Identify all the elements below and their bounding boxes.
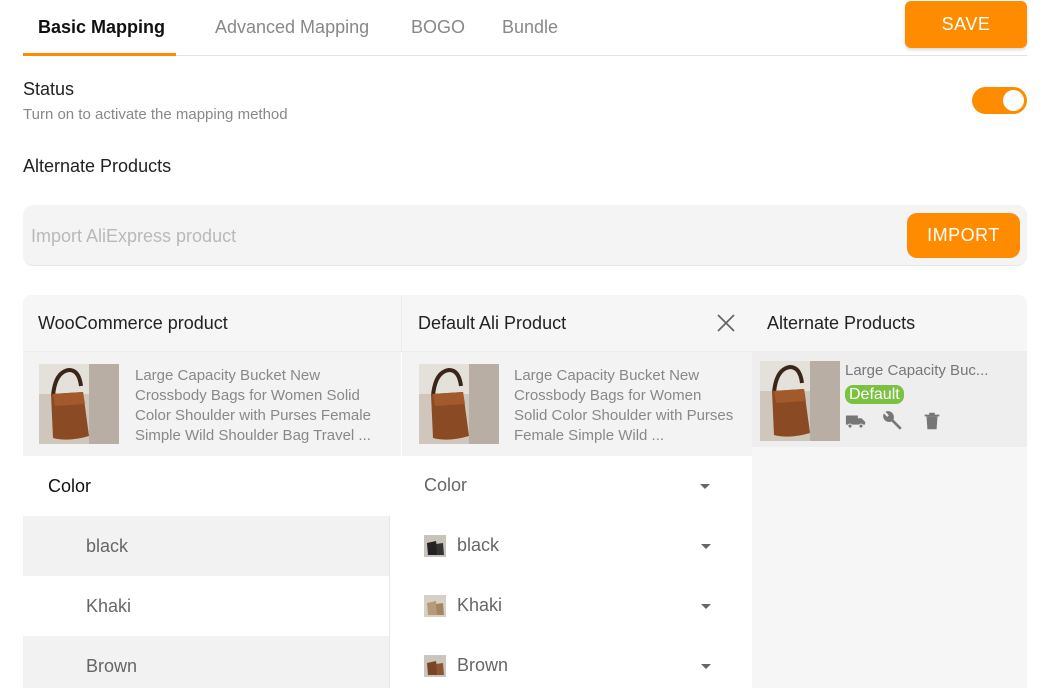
mapping-tabs: Basic Mapping Advanced Mapping BOGO Bund… (23, 0, 1027, 56)
default-ali-product-title: Large Capacity Bucket New Crossbody Bags… (514, 367, 734, 444)
attribute-row-color: Color Color (23, 456, 752, 516)
variant-thumbnail (424, 655, 446, 677)
status-description: Turn on to activate the mapping method (23, 106, 288, 123)
mapping-table: WooCommerce product Default Ali Product … (23, 295, 1027, 688)
variant-thumbnail (424, 595, 446, 617)
product-image (760, 361, 840, 441)
woocommerce-product-cell: Large Capacity Bucket New Crossbody Bags… (23, 352, 401, 456)
ali-value-label: black (457, 535, 500, 555)
woocommerce-attribute-value: Khaki (23, 576, 389, 636)
alternate-product-name: Large Capacity Buc... (845, 362, 989, 379)
truck-icon[interactable] (845, 410, 867, 432)
status-toggle[interactable] (972, 87, 1027, 114)
ali-value-label: Khaki (457, 595, 503, 615)
caret-down-icon (700, 484, 710, 489)
close-icon[interactable] (716, 313, 736, 333)
attribute-name: Color (23, 456, 389, 516)
column-header-woocommerce: WooCommerce product (23, 295, 401, 352)
tab-advanced-mapping[interactable]: Advanced Mapping (215, 0, 369, 55)
woocommerce-attribute-value: black (23, 516, 389, 576)
attribute-value-row: Brown Brown (23, 636, 752, 688)
caret-down-icon (701, 604, 711, 609)
import-bar: IMPORT (23, 205, 1027, 267)
save-button[interactable]: SAVE (905, 1, 1027, 48)
variant-thumbnail (424, 535, 446, 557)
ali-value-label: Brown (457, 655, 509, 675)
column-header-default-ali: Default Ali Product (401, 295, 752, 352)
alternate-products-column: Large Capacity Buc... Default (752, 352, 1027, 688)
attribute-value-row: Khaki Khaki (23, 576, 752, 636)
alternate-product-item[interactable]: Large Capacity Buc... Default (752, 352, 1027, 447)
tab-bundle[interactable]: Bundle (502, 0, 558, 55)
product-image (419, 364, 499, 444)
wrench-icon[interactable] (882, 410, 904, 432)
column-header-default-ali-label: Default Ali Product (418, 313, 567, 333)
product-image (39, 364, 119, 444)
toggle-knob (1003, 90, 1024, 111)
import-product-input[interactable] (23, 205, 903, 267)
attribute-select[interactable]: Color (389, 456, 729, 516)
ali-value-select[interactable]: black (390, 516, 730, 576)
attribute-select-cell: Color (389, 456, 752, 516)
alternate-products-title: Alternate Products (23, 156, 172, 176)
woocommerce-attribute-value: Brown (23, 636, 389, 688)
default-ali-product-cell: Large Capacity Bucket New Crossbody Bags… (402, 352, 752, 456)
ali-value-select[interactable]: Khaki (390, 576, 730, 636)
ali-value-select[interactable]: Brown (390, 636, 730, 688)
ali-value-select-cell: black (389, 516, 752, 576)
status-title: Status (23, 79, 75, 99)
ali-value-select-cell: Brown (389, 636, 752, 688)
tab-basic-mapping[interactable]: Basic Mapping (23, 0, 176, 56)
ali-value-select-cell: Khaki (389, 576, 752, 636)
import-button[interactable]: IMPORT (907, 213, 1020, 258)
column-header-alternate: Alternate Products (752, 295, 1027, 352)
attribute-select-value: Color (424, 475, 468, 495)
trash-icon[interactable] (921, 410, 943, 432)
caret-down-icon (701, 664, 711, 669)
tab-bogo[interactable]: BOGO (411, 0, 465, 55)
caret-down-icon (701, 544, 711, 549)
attribute-value-row: black black (23, 516, 752, 576)
woocommerce-product-title: Large Capacity Bucket New Crossbody Bags… (135, 367, 371, 444)
default-badge: Default (845, 385, 904, 404)
mapping-page: Basic Mapping Advanced Mapping BOGO Bund… (0, 0, 1054, 688)
